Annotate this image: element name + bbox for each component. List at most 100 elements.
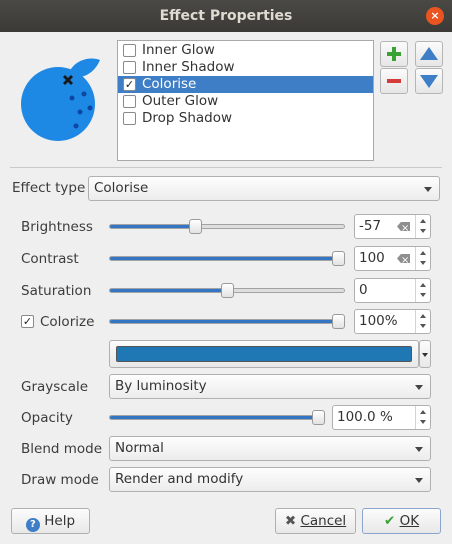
- spin-up-icon[interactable]: [420, 314, 426, 318]
- opacity-label: Opacity: [21, 410, 73, 426]
- contrast-spinbox[interactable]: 100: [354, 246, 431, 271]
- slider-handle[interactable]: [332, 251, 345, 266]
- spin-down-icon[interactable]: [420, 324, 426, 328]
- blend-mode-select[interactable]: Normal: [109, 436, 431, 461]
- saturation-slider[interactable]: [109, 283, 345, 298]
- slider-fill: [110, 416, 318, 419]
- colorize-checkbox[interactable]: ✓: [21, 315, 34, 328]
- minus-icon: [387, 79, 401, 83]
- grayscale-value: By luminosity: [115, 378, 207, 394]
- color-picker-button[interactable]: [109, 340, 419, 368]
- effect-checkbox[interactable]: ✓: [123, 78, 136, 91]
- effect-item-inner-glow[interactable]: Inner Glow: [118, 42, 373, 59]
- effect-checkbox[interactable]: [123, 44, 136, 57]
- preview-icon: [21, 58, 100, 141]
- cancel-button[interactable]: ✖ Cancel: [275, 508, 356, 534]
- help-label: Help: [44, 513, 76, 529]
- slider-handle[interactable]: [312, 410, 325, 425]
- brightness-label: Brightness: [21, 219, 93, 235]
- slider-fill: [110, 225, 195, 228]
- effect-item-colorise[interactable]: ✓ Colorise: [118, 76, 373, 93]
- brightness-value: -57: [359, 218, 382, 234]
- move-up-button[interactable]: [415, 41, 443, 67]
- brightness-spinbox[interactable]: -57: [354, 214, 431, 239]
- draw-mode-value: Render and modify: [115, 471, 244, 487]
- effects-list[interactable]: Inner Glow Inner Shadow ✓ Colorise Outer…: [117, 40, 374, 161]
- opacity-value: 100.0 %: [337, 409, 393, 425]
- effect-item-inner-shadow[interactable]: Inner Shadow: [118, 59, 373, 76]
- contrast-label: Contrast: [21, 251, 79, 267]
- effect-type-select[interactable]: Colorise: [88, 176, 440, 201]
- spin-up-icon[interactable]: [420, 251, 426, 255]
- draw-mode-select[interactable]: Render and modify: [109, 467, 431, 492]
- plus-icon: [387, 47, 401, 61]
- clear-icon[interactable]: [397, 254, 410, 263]
- grayscale-label: Grayscale: [21, 379, 89, 395]
- colorize-strength-spinbox[interactable]: 100%: [354, 309, 431, 334]
- chevron-down-icon: [415, 447, 423, 452]
- effect-checkbox[interactable]: [123, 95, 136, 108]
- blend-mode-value: Normal: [115, 440, 164, 456]
- spin-down-icon[interactable]: [420, 261, 426, 265]
- slider-handle[interactable]: [189, 219, 202, 234]
- effect-label: Inner Shadow: [142, 59, 235, 75]
- spin-down-icon[interactable]: [420, 229, 426, 233]
- arrow-down-icon: [420, 75, 438, 88]
- effect-item-outer-glow[interactable]: Outer Glow: [118, 93, 373, 110]
- saturation-spinbox[interactable]: 0: [354, 278, 431, 303]
- contrast-slider[interactable]: [109, 251, 345, 266]
- ok-button[interactable]: ✔ OK: [362, 508, 441, 534]
- help-button[interactable]: ? Help: [11, 508, 90, 534]
- clear-icon[interactable]: [397, 222, 410, 231]
- move-down-button[interactable]: [415, 68, 443, 94]
- remove-effect-button[interactable]: [380, 68, 408, 94]
- chevron-down-icon: [415, 385, 423, 390]
- colorize-label: Colorize: [40, 314, 95, 330]
- slider-handle[interactable]: [332, 314, 345, 329]
- effect-type-value: Colorise: [94, 180, 149, 196]
- contrast-value: 100: [359, 250, 385, 266]
- chevron-down-icon: [424, 187, 432, 192]
- effect-item-drop-shadow[interactable]: Drop Shadow: [118, 110, 373, 127]
- arrow-up-icon: [420, 47, 438, 60]
- ok-label: OK: [399, 513, 420, 529]
- effect-label: Colorise: [142, 76, 197, 92]
- effect-checkbox[interactable]: [123, 61, 136, 74]
- spin-down-icon[interactable]: [420, 420, 426, 424]
- effect-type-label: Effect type: [12, 180, 86, 196]
- spin-up-icon[interactable]: [420, 283, 426, 287]
- effect-label: Outer Glow: [142, 93, 219, 109]
- spin-up-icon[interactable]: [420, 219, 426, 223]
- colorize-strength-value: 100%: [359, 313, 398, 329]
- divider: [10, 167, 442, 168]
- effect-checkbox[interactable]: [123, 112, 136, 125]
- spin-buttons[interactable]: [415, 406, 430, 429]
- cancel-icon: ✖: [284, 513, 297, 529]
- chevron-down-icon: [415, 478, 423, 483]
- check-icon: ✔: [383, 513, 396, 529]
- effect-label: Drop Shadow: [142, 110, 233, 126]
- chevron-down-icon: [422, 353, 428, 357]
- spin-buttons[interactable]: [415, 310, 430, 333]
- slider-handle[interactable]: [221, 283, 234, 298]
- close-button[interactable]: ×: [426, 7, 444, 25]
- slider-fill: [110, 289, 227, 292]
- opacity-spinbox[interactable]: 100.0 %: [332, 405, 431, 430]
- grayscale-select[interactable]: By luminosity: [109, 374, 431, 399]
- draw-mode-label: Draw mode: [21, 472, 99, 488]
- colorize-slider[interactable]: [109, 314, 345, 329]
- window-title: Effect Properties: [159, 8, 293, 24]
- brightness-slider[interactable]: [109, 219, 345, 234]
- opacity-slider[interactable]: [109, 410, 325, 425]
- slider-fill: [110, 320, 338, 323]
- color-swatch: [116, 346, 412, 362]
- spin-buttons[interactable]: [415, 279, 430, 302]
- spin-down-icon[interactable]: [420, 293, 426, 297]
- cancel-label: Cancel: [300, 513, 347, 529]
- spin-buttons[interactable]: [415, 247, 430, 270]
- spin-up-icon[interactable]: [420, 410, 426, 414]
- help-icon: ?: [25, 518, 40, 532]
- add-effect-button[interactable]: [380, 41, 408, 67]
- spin-buttons[interactable]: [415, 215, 430, 238]
- color-menu-button[interactable]: [419, 340, 431, 368]
